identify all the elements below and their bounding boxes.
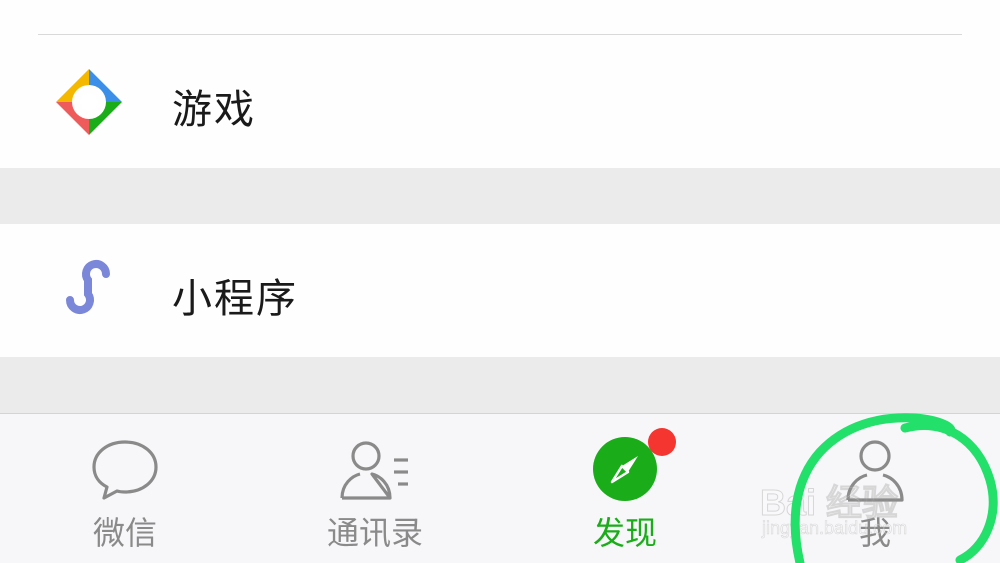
previous-cell-bottom [0,0,1000,35]
games-label: 游戏 [172,87,256,133]
tab-chats[interactable]: 微信 [0,414,250,563]
tab-contacts[interactable]: 通讯录 [250,414,500,563]
tab-contacts-label: 通讯录 [326,514,423,552]
tab-discover-label: 发现 [592,514,657,552]
list-item-mini-programs[interactable]: 小程序 [0,224,1000,357]
watermark-url: jingyan.baidu.com [762,518,908,539]
list-item-games[interactable]: 游戏 [0,35,1000,168]
wechat-discover-screen: 游戏 小程序 微信 通讯录 发现 我 Bai 经验 jingyan.baidu.… [0,0,1000,563]
games-icon [56,69,122,135]
mini-programs-label: 小程序 [172,276,298,322]
tab-discover[interactable]: 发现 [500,414,750,563]
chat-bubble-icon [92,440,158,500]
new-content-badge [648,428,676,456]
tab-chats-label: 微信 [92,514,157,552]
contacts-icon [340,441,408,500]
baidu-jingyan-watermark: Bai 经验 jingyan.baidu.com [759,474,950,544]
mini-program-icon [66,260,110,314]
